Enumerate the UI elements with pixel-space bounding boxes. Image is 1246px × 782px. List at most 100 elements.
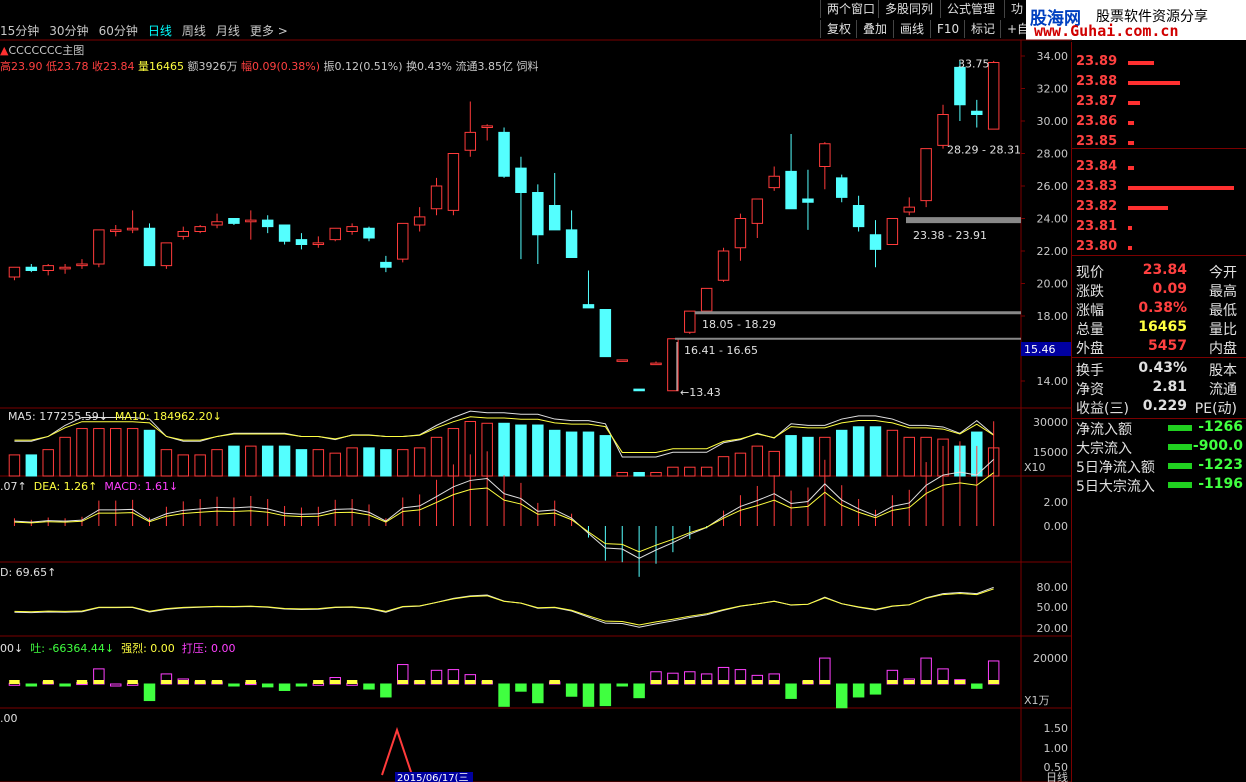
flow-bar	[599, 683, 612, 707]
sep	[1072, 357, 1246, 358]
kdj-tick-label: 20.00	[1037, 622, 1069, 635]
volume-ma-label: MA5: 177255.59↓ MA10: 184962.20↓	[8, 410, 222, 423]
price-tick-label: 14.00	[1037, 375, 1069, 388]
volume-bar	[126, 428, 139, 477]
volume-bar	[616, 471, 628, 477]
price-tick-label: 32.00	[1037, 83, 1069, 96]
kdj-tick-label: 50.00	[1037, 601, 1069, 614]
flow-unit: X1万	[1024, 694, 1050, 707]
flow-bar-yellow	[42, 680, 54, 684]
volume-bar	[363, 447, 375, 477]
candle-body	[110, 229, 122, 232]
current-price-text: 15.46	[1024, 343, 1056, 356]
flow-bar-yellow	[194, 680, 206, 684]
date-label: 2015/06/17(三	[397, 773, 469, 782]
candle-body	[582, 304, 595, 309]
order-book-row: 23.86	[1072, 114, 1246, 132]
macd-tick-label: 2.00	[1044, 496, 1069, 509]
volume-bar	[177, 454, 190, 477]
candle-body	[954, 66, 966, 106]
volume-bar	[245, 445, 257, 477]
volume-bar	[76, 428, 88, 477]
candle-body	[920, 148, 932, 202]
candle-body	[194, 226, 206, 232]
flow-bar-yellow	[414, 680, 425, 684]
candle-body	[211, 221, 223, 226]
volume-bar	[194, 454, 206, 477]
flow-bar-yellow	[768, 680, 780, 684]
flow-bar-yellow	[904, 680, 915, 684]
price-tick-label: 34.00	[1037, 50, 1069, 63]
flow-bar-yellow	[650, 680, 662, 684]
quote-row: 总量 16465 量比	[1076, 319, 1237, 338]
candle-body	[684, 310, 696, 333]
kdj-k-line	[14, 586, 994, 628]
quote-row: 净资 2.81 流通	[1076, 379, 1237, 398]
flow-bar-yellow	[701, 680, 712, 684]
volume-bar	[93, 428, 105, 477]
candle-body	[616, 359, 628, 362]
volume-bar	[329, 452, 341, 477]
flow-bar-yellow	[313, 680, 324, 684]
kdj-tick-label: 80.00	[1037, 581, 1069, 594]
price-tick-label: 30.00	[1037, 115, 1069, 128]
candle-body	[751, 198, 764, 224]
price-tick-label: 20.00	[1037, 278, 1069, 291]
sep	[1072, 148, 1246, 149]
candle-body	[363, 227, 375, 239]
flow-bar	[582, 683, 595, 707]
flow-bar	[869, 683, 882, 695]
zone2-band	[906, 217, 1021, 224]
candle-body	[245, 219, 257, 223]
volume-bar	[717, 456, 730, 477]
volume-bar	[228, 445, 240, 477]
volume-bar	[515, 424, 527, 477]
candle-body	[785, 170, 797, 210]
flow-bar	[616, 683, 628, 687]
candle-body	[413, 216, 426, 226]
flow-bar-yellow	[819, 680, 831, 684]
flow-bar-yellow	[735, 680, 746, 684]
flow-bar-yellow	[802, 680, 814, 684]
flow-bar-yellow	[954, 680, 966, 684]
flow-bar-yellow	[752, 680, 763, 684]
quote-row: 涨跌 0.09 最高	[1076, 281, 1237, 300]
volume-bar	[143, 429, 156, 477]
candle-body	[937, 114, 949, 146]
volume-bar	[869, 426, 882, 477]
low-label: ←13.43	[680, 386, 721, 399]
flow-bar-yellow	[127, 680, 138, 684]
flow-bar-yellow	[178, 680, 189, 684]
volume-bar	[903, 436, 915, 477]
flow-bar-yellow	[549, 680, 560, 684]
volume-bar	[734, 452, 747, 477]
order-book-row: 23.81	[1072, 219, 1246, 237]
flow-bar	[59, 683, 71, 687]
volume-bar	[312, 449, 325, 477]
flow-bar-yellow	[465, 680, 476, 684]
candle-body	[768, 175, 780, 189]
candle-body	[126, 227, 139, 231]
volume-bar	[42, 449, 54, 477]
signal-tick-label: 1.50	[1044, 722, 1069, 735]
volume-bar	[278, 445, 291, 477]
quote-row: 外盘 5457 内盘	[1076, 338, 1237, 357]
candle-body	[397, 222, 409, 260]
kdj-label: D: 69.65↑	[0, 566, 57, 579]
flow-bar	[835, 683, 848, 709]
candle-body	[143, 227, 156, 267]
period-label: 日线	[1046, 770, 1068, 782]
candle-body	[25, 266, 38, 271]
order-book-row: 23.85	[1072, 134, 1246, 152]
flow-bar	[852, 683, 865, 698]
candle-body	[650, 362, 662, 366]
candle-body	[278, 224, 291, 242]
candle-body	[8, 266, 21, 278]
candle-body	[261, 219, 274, 228]
price-tick-label: 22.00	[1037, 245, 1069, 258]
candle-body	[700, 287, 713, 312]
volume-bar	[160, 449, 173, 477]
candle-body	[835, 177, 848, 198]
volume-bar	[211, 449, 223, 477]
flow-bar	[971, 683, 983, 689]
